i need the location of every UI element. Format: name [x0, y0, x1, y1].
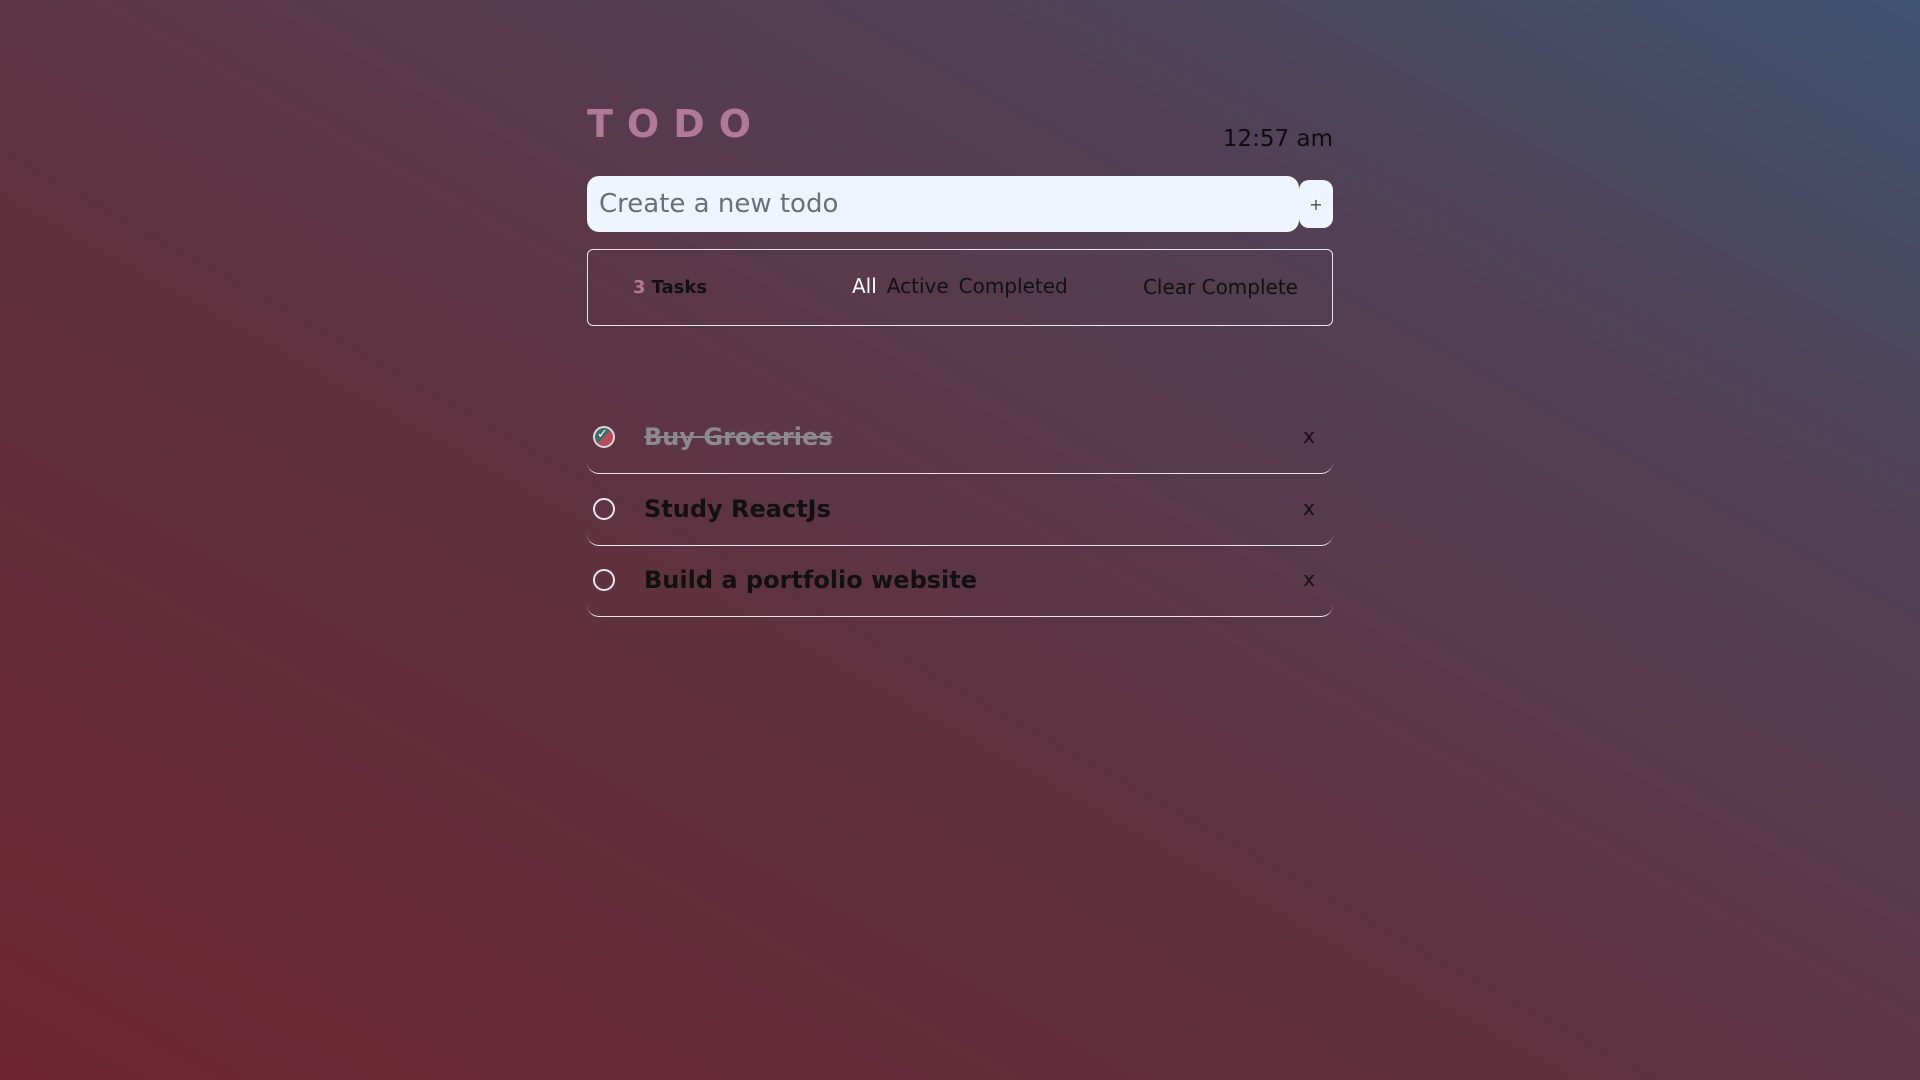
todo-item: Build a portfolio website x [587, 547, 1333, 617]
todo-list: ✓ Buy Groceries x Study ReactJs x Build … [587, 404, 1333, 617]
new-todo-input[interactable] [587, 176, 1299, 232]
new-todo-row: + [587, 176, 1333, 232]
todo-checkbox-checked[interactable]: ✓ [593, 426, 615, 448]
todo-item: Study ReactJs x [587, 476, 1333, 546]
todo-item: ✓ Buy Groceries x [587, 404, 1333, 474]
add-todo-button[interactable]: + [1299, 180, 1333, 228]
filter-active[interactable]: Active [887, 274, 949, 298]
filter-completed[interactable]: Completed [959, 274, 1068, 298]
delete-todo-button[interactable]: x [1303, 567, 1315, 591]
todo-text: Study ReactJs [644, 494, 831, 523]
app-title: TODO [587, 102, 766, 146]
clock: 12:57 am [1222, 126, 1333, 152]
filter-bar: 3 Tasks All Active Completed Clear Comple… [587, 249, 1333, 326]
todo-text: Build a portfolio website [644, 566, 978, 594]
header: TODO 12:57 am [587, 100, 1333, 176]
todo-checkbox[interactable] [593, 569, 615, 591]
task-counter: 3 Tasks [633, 277, 707, 298]
filter-tabs: All Active Completed [852, 274, 1068, 298]
check-icon: ✓ [597, 427, 608, 442]
task-count-label: Tasks [651, 277, 708, 298]
todo-app: TODO 12:57 am + 3Tasks All Active Comple… [587, 100, 1333, 619]
clear-complete-button[interactable]: Clear Complete [1143, 275, 1298, 299]
todo-text: Buy Groceries [644, 423, 833, 451]
delete-todo-button[interactable]: x [1303, 424, 1315, 448]
delete-todo-button[interactable]: x [1303, 496, 1315, 520]
filter-all[interactable]: All [852, 274, 877, 298]
task-count-number: 3 [633, 277, 646, 298]
todo-checkbox[interactable] [593, 497, 615, 520]
